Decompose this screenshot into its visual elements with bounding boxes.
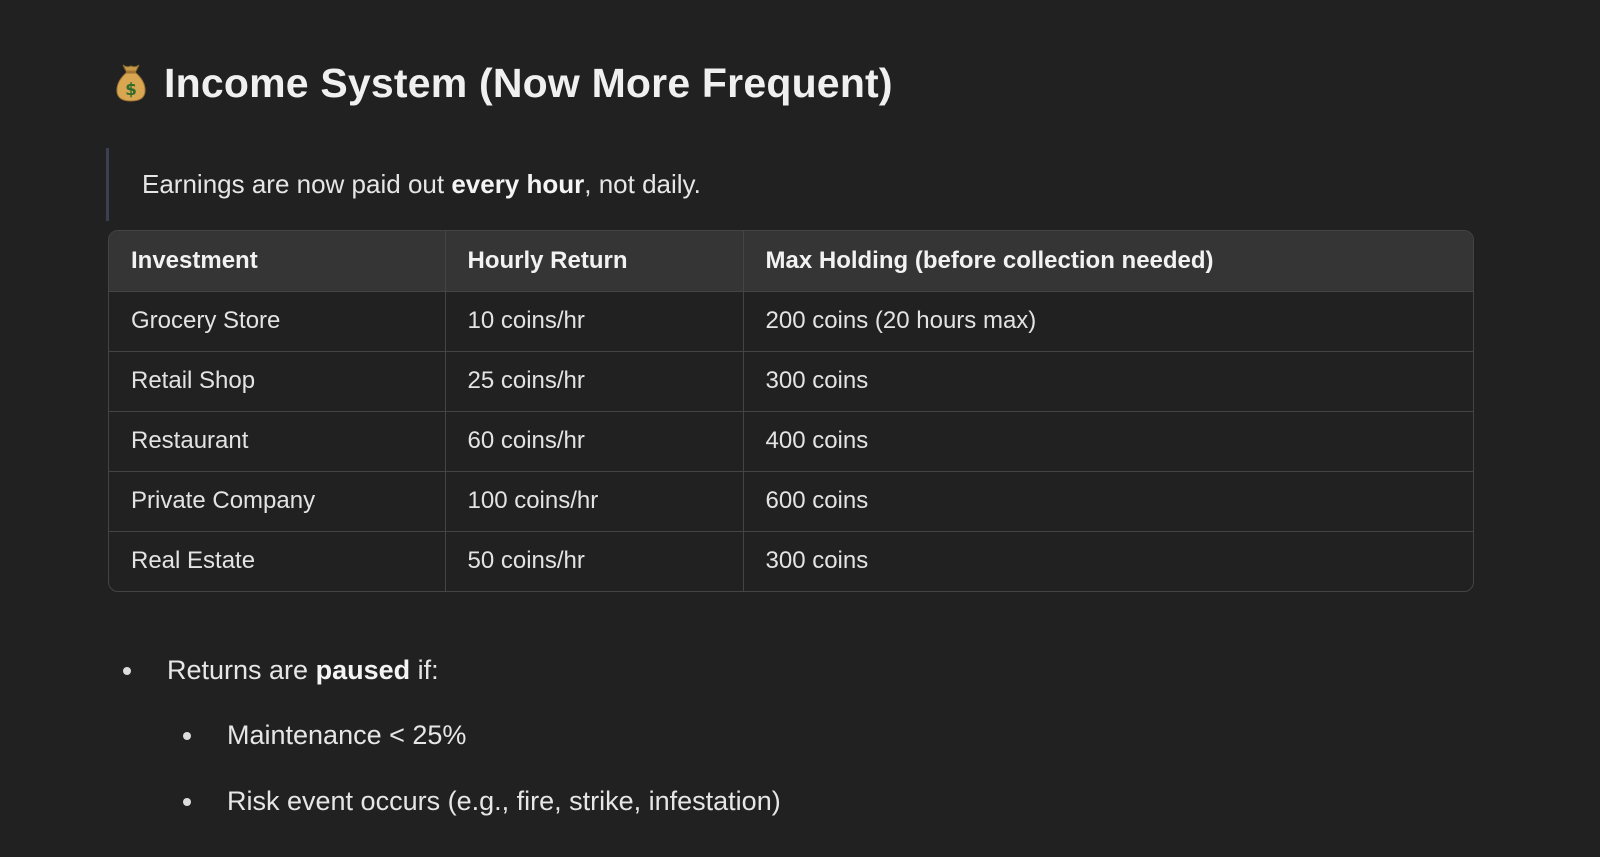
table-row: Retail Shop 25 coins/hr 300 coins xyxy=(109,351,1473,412)
cell-max-holding: 300 coins xyxy=(743,351,1473,412)
cell-investment: Restaurant xyxy=(109,411,446,472)
table-row: Grocery Store 10 coins/hr 200 coins (20 … xyxy=(109,291,1473,352)
svg-text:$: $ xyxy=(125,80,137,100)
bullet-icon xyxy=(183,797,191,806)
cell-hourly-return: 10 coins/hr xyxy=(445,291,744,352)
table-row: Restaurant 60 coins/hr 400 coins xyxy=(109,411,1473,472)
blockquote: Earnings are now paid out every hour, no… xyxy=(106,148,1006,221)
table-header-row: Investment Hourly Return Max Holding (be… xyxy=(109,231,1473,292)
cell-investment: Retail Shop xyxy=(109,351,446,412)
cell-investment: Real Estate xyxy=(109,531,446,591)
list-item-text: Returns are paused if: xyxy=(167,655,439,685)
cell-investment: Grocery Store xyxy=(109,291,446,352)
column-header-investment: Investment xyxy=(109,231,446,292)
column-header-max-holding: Max Holding (before collection needed) xyxy=(743,231,1473,292)
income-table: Investment Hourly Return Max Holding (be… xyxy=(108,230,1474,592)
cell-max-holding: 600 coins xyxy=(743,471,1473,532)
cell-hourly-return: 60 coins/hr xyxy=(445,411,744,472)
list-item-text: Risk event occurs (e.g., fire, strike, i… xyxy=(227,786,781,816)
table-row: Private Company 100 coins/hr 600 coins xyxy=(109,471,1473,532)
section-heading: $ Income System (Now More Frequent) xyxy=(114,62,893,104)
list-item: Maintenance < 25% xyxy=(183,720,466,751)
cell-max-holding: 400 coins xyxy=(743,411,1473,472)
cell-hourly-return: 100 coins/hr xyxy=(445,471,744,532)
cell-hourly-return: 50 coins/hr xyxy=(445,531,744,591)
cell-max-holding: 200 coins (20 hours max) xyxy=(743,291,1473,352)
table-row: Real Estate 50 coins/hr 300 coins xyxy=(109,531,1473,591)
list-item: Returns are paused if: xyxy=(123,655,439,686)
bullet-icon xyxy=(123,666,131,675)
column-header-hourly-return: Hourly Return xyxy=(445,231,744,292)
money-bag-icon: $ xyxy=(114,62,148,104)
cell-hourly-return: 25 coins/hr xyxy=(445,351,744,412)
page-title: Income System (Now More Frequent) xyxy=(164,59,893,106)
list-item-text: Maintenance < 25% xyxy=(227,720,467,750)
list-item: Risk event occurs (e.g., fire, strike, i… xyxy=(183,786,781,817)
bullet-icon xyxy=(183,731,191,740)
quote-text: Earnings are now paid out every hour, no… xyxy=(142,169,701,199)
cell-max-holding: 300 coins xyxy=(765,547,869,575)
cell-investment: Private Company xyxy=(109,471,446,532)
